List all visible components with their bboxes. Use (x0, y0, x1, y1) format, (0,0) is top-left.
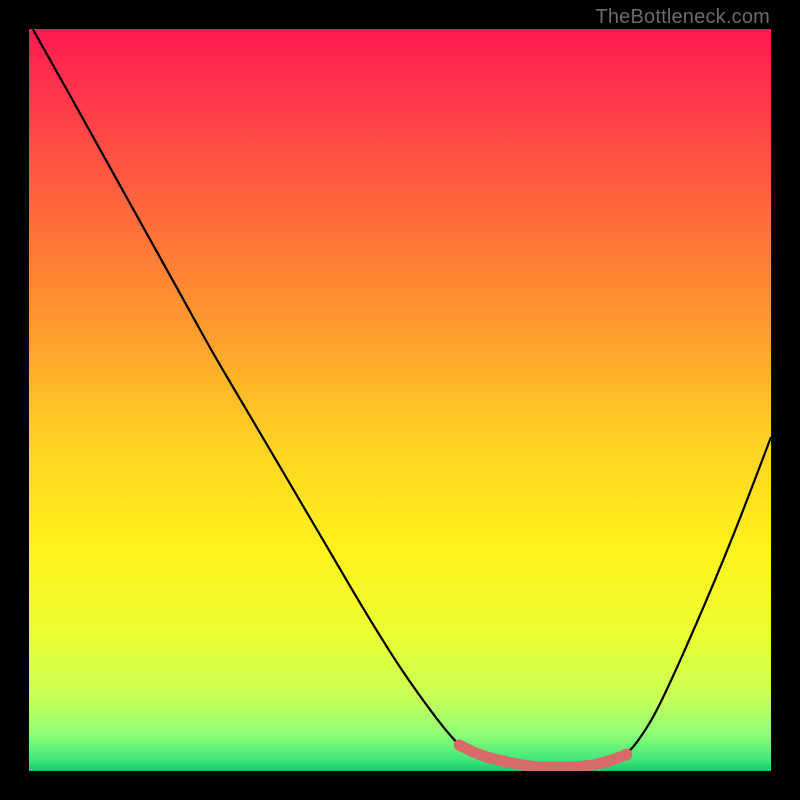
optimal-range-dot (469, 747, 480, 758)
optimal-point-marker (620, 749, 632, 761)
optimal-range-dot (587, 760, 598, 771)
chart-container: TheBottleneck.com (0, 0, 800, 800)
watermark-text: TheBottleneck.com (595, 6, 770, 29)
optimal-range-dot (484, 752, 495, 763)
curve-layer (29, 29, 771, 771)
optimal-range-dot (454, 740, 465, 751)
optimal-range-dot (498, 756, 509, 767)
bottleneck-curve (33, 29, 771, 769)
optimal-range-markers (454, 740, 632, 771)
optimal-range-dot (513, 759, 524, 770)
plot-area (29, 29, 771, 771)
optimal-range-dot (602, 756, 613, 767)
